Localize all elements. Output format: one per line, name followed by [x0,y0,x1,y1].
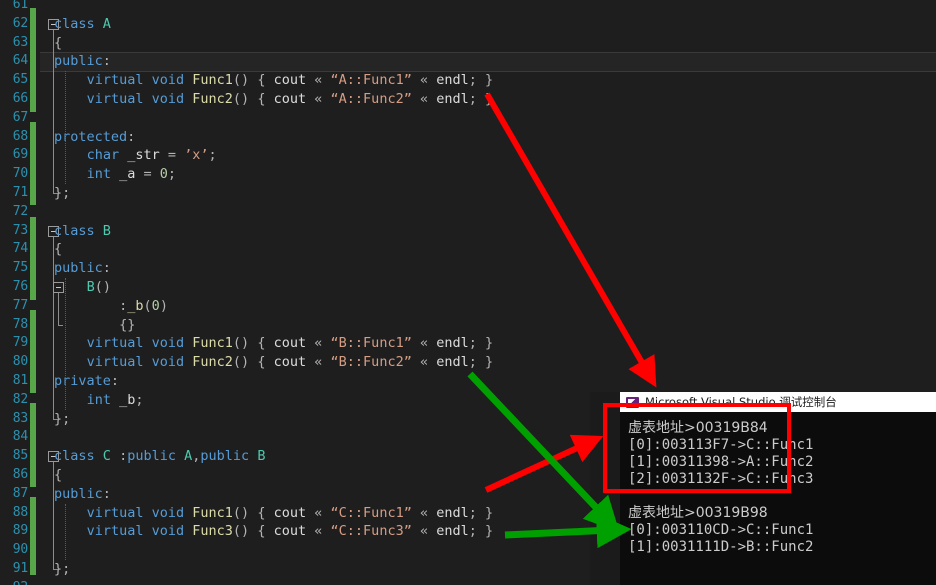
indent-guide [65,503,66,560]
console-output-line: [1]:0031111D->B::Func2 [628,539,814,555]
line-number: 85 [12,448,28,464]
line-number-gutter: 61 62 63 64 65 66 67 68 69 70 71 72 73 74 75 76 77 78 79 80… [0,0,30,585]
line-number: 69 [12,147,28,163]
line-number: 73 [12,222,28,238]
line-number: 84 [12,429,28,445]
code-line[interactable]: { [40,34,936,53]
code-line[interactable]: private: [40,372,936,391]
code-line[interactable]: virtual void Func1() { cout « “B::Func1”… [40,334,936,353]
line-number: 82 [12,391,28,407]
vtable-one-highlight-box [603,403,791,493]
line-number: 75 [12,260,28,276]
line-number: 90 [12,542,28,558]
line-number: 63 [12,34,28,50]
line-number: 71 [12,185,28,200]
code-line[interactable]: int _a = 0; [40,165,936,184]
indent-guide [65,71,66,184]
line-number: 68 [12,128,28,144]
code-line[interactable]: virtual void Func2() { cout « “A::Func2”… [40,90,936,109]
line-number: 65 [12,72,28,88]
console-output-line: 虚表地址>00319B98 [628,505,768,521]
line-number: 61 [12,0,28,12]
line-number: 92 [0,579,28,585]
code-line[interactable] [40,109,936,128]
code-line[interactable]: }; [40,184,936,203]
code-line[interactable]: :_b(0) [40,297,936,316]
line-number: 79 [12,335,28,351]
line-number: 77 [12,297,28,313]
line-number: 81 [12,373,28,388]
code-line[interactable] [40,203,936,222]
code-line[interactable]: protected: [40,128,936,147]
line-number: 88 [12,504,28,520]
code-line[interactable]: char _str = ’x’; [40,146,936,165]
console-output-line: [0]:003110CD->C::Func1 [628,522,814,538]
line-number: 74 [12,241,28,257]
code-line[interactable]: virtual void Func1() { cout « “A::Func1”… [40,71,936,90]
code-line[interactable]: class B [40,222,936,241]
code-line[interactable]: {} [40,316,936,335]
line-number: 91 [12,561,28,576]
screenshot-root: 61 62 63 64 65 66 67 68 69 70 71 72 73 74 75 76 77 78 79 80… [0,0,936,585]
line-number: 72 [12,203,28,219]
code-line[interactable]: class A [40,15,936,34]
code-line[interactable]: public: [40,52,936,71]
line-number: 66 [12,91,28,106]
line-number: 89 [12,523,28,539]
indent-guide [65,278,66,410]
line-number: 87 [12,485,28,501]
line-number: 76 [12,279,28,294]
line-number: 80 [12,354,28,370]
line-number: 62 [12,15,28,31]
code-line[interactable] [40,0,936,15]
code-line[interactable]: virtual void Func2() { cout « “B::Func2”… [40,353,936,372]
line-number: 64 [12,53,28,69]
code-line[interactable]: B() [40,278,936,297]
code-line[interactable]: public: [40,259,936,278]
line-number: 83 [12,410,28,426]
line-number: 86 [12,467,28,482]
line-number: 70 [12,166,28,182]
line-number: 78 [12,316,28,332]
code-line[interactable]: { [40,240,936,259]
line-number: 67 [12,109,28,125]
